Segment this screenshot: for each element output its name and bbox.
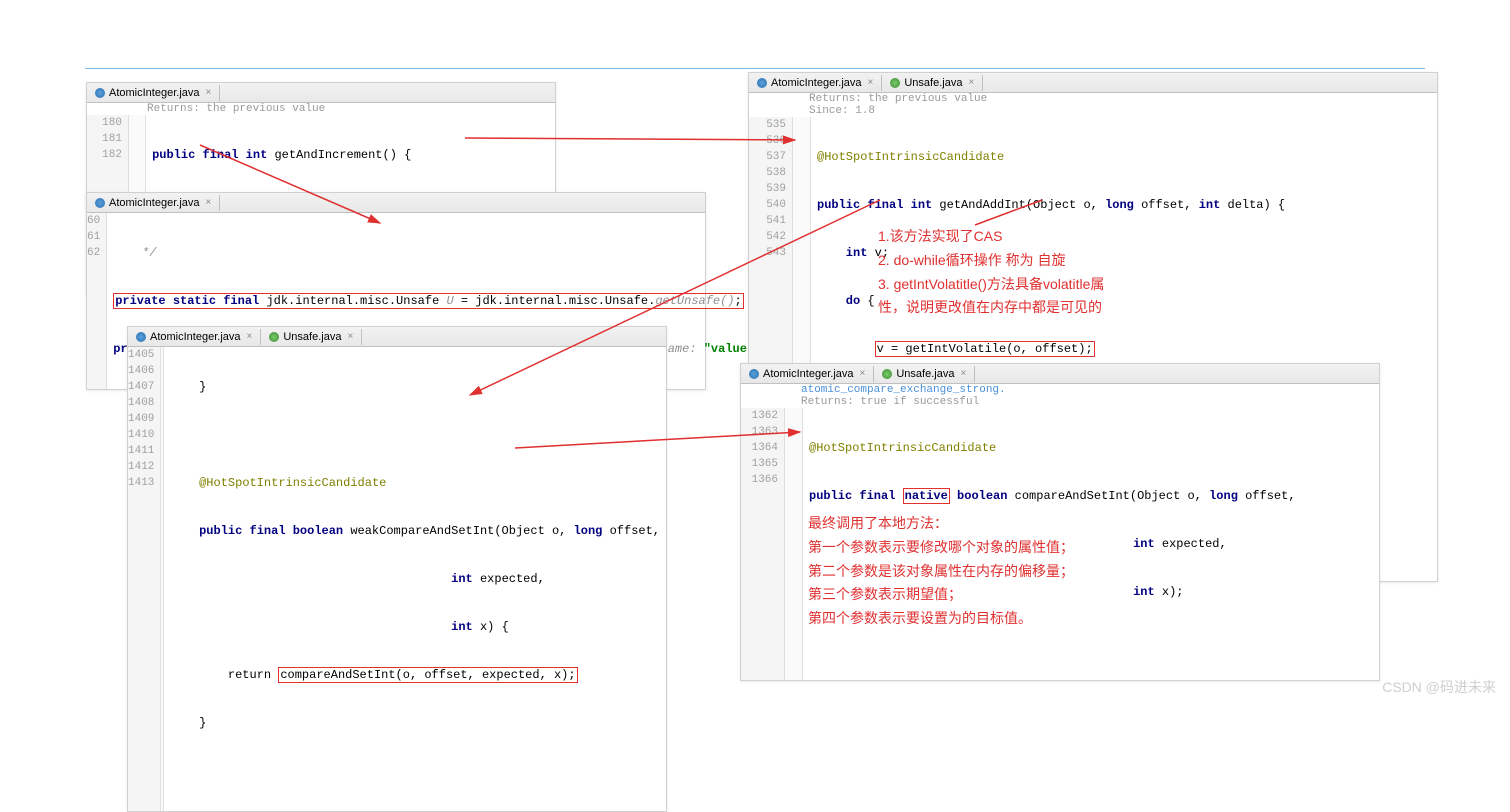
annot-line: 第一个参数表示要修改哪个对象的属性值； <box>808 536 1238 560</box>
close-icon[interactable]: × <box>206 197 212 208</box>
annot-line: 性，说明更改值在内存中都是可见的 <box>878 296 1258 320</box>
tab-bar: AtomicInteger.java × Unsafe.java × <box>128 327 666 347</box>
close-icon[interactable]: × <box>206 87 212 98</box>
javadoc-returns: Returns: true if successful <box>741 396 1379 408</box>
line-gutter: 60 61 62 <box>87 213 107 389</box>
annot-line: 最终调用了本地方法： <box>808 512 1238 536</box>
tab-label: AtomicInteger.java <box>109 197 200 209</box>
code-panel-4: AtomicInteger.java × Unsafe.java × 14051… <box>127 326 667 812</box>
tab-label: AtomicInteger.java <box>763 368 854 380</box>
tab-label: AtomicInteger.java <box>150 331 241 343</box>
annot-line: 第四个参数表示要设置为的目标值。 <box>808 607 1238 631</box>
top-divider <box>85 68 1425 69</box>
gutter-extra <box>785 408 803 680</box>
java-file-icon <box>882 369 892 379</box>
line-gutter: 140514061407140814091410141114121413 <box>128 347 161 811</box>
close-icon[interactable]: × <box>860 368 866 379</box>
tab-unsafe[interactable]: Unsafe.java × <box>261 329 362 345</box>
tab-unsafe[interactable]: Unsafe.java × <box>882 75 983 91</box>
annot-line: 第二个参数是该对象属性在内存的偏移量； <box>808 560 1238 584</box>
tab-label: AtomicInteger.java <box>771 77 862 89</box>
tab-atomicinteger[interactable]: AtomicInteger.java × <box>128 329 261 345</box>
java-file-icon <box>95 198 105 208</box>
annot-line: 第三个参数表示期望值； <box>808 583 1238 607</box>
close-icon[interactable]: × <box>347 331 353 342</box>
java-file-icon <box>890 78 900 88</box>
close-icon[interactable]: × <box>960 368 966 379</box>
tab-atomicinteger[interactable]: AtomicInteger.java × <box>749 75 882 91</box>
java-file-icon <box>269 332 279 342</box>
tab-bar: AtomicInteger.java × <box>87 83 555 103</box>
tab-atomicinteger[interactable]: AtomicInteger.java × <box>741 366 874 382</box>
tab-label: AtomicInteger.java <box>109 87 200 99</box>
line-gutter: 13621363136413651366 <box>741 408 785 680</box>
java-file-icon <box>95 88 105 98</box>
javadoc-since: Since: 1.8 <box>749 105 1437 117</box>
tab-label: Unsafe.java <box>904 77 962 89</box>
annot-line: 1.该方法实现了CAS <box>878 225 1258 249</box>
java-file-icon <box>757 78 767 88</box>
annotation-cas-notes: 1.该方法实现了CAS 2. do-while循环操作 称为 自旋 3. get… <box>878 225 1258 320</box>
javadoc-line: atomic_compare_exchange_strong. <box>741 384 1379 396</box>
code-lines[interactable]: } @HotSpotIntrinsicCandidate public fina… <box>164 347 666 811</box>
tab-label: Unsafe.java <box>283 331 341 343</box>
annot-line: 3. getIntVolatitle()方法具备volatitle属 <box>878 273 1258 297</box>
java-file-icon <box>749 369 759 379</box>
code-body: 140514061407140814091410141114121413 } @… <box>128 347 666 811</box>
tab-label: Unsafe.java <box>896 368 954 380</box>
tab-bar: AtomicInteger.java × <box>87 193 705 213</box>
close-icon[interactable]: × <box>247 331 253 342</box>
tab-atomicinteger[interactable]: AtomicInteger.java × <box>87 85 220 101</box>
tab-bar: AtomicInteger.java × Unsafe.java × <box>741 364 1379 384</box>
java-file-icon <box>136 332 146 342</box>
close-icon[interactable]: × <box>868 77 874 88</box>
watermark: CSDN @码进未来 <box>1382 677 1496 697</box>
annotation-native-params: 最终调用了本地方法： 第一个参数表示要修改哪个对象的属性值； 第二个参数是该对象… <box>808 512 1238 631</box>
tab-bar: AtomicInteger.java × Unsafe.java × <box>749 73 1437 93</box>
annot-line: 2. do-while循环操作 称为 自旋 <box>878 249 1258 273</box>
close-icon[interactable]: × <box>968 77 974 88</box>
tab-atomicinteger[interactable]: AtomicInteger.java × <box>87 195 220 211</box>
javadoc-header: Returns: the previous value <box>87 103 555 115</box>
tab-unsafe[interactable]: Unsafe.java × <box>874 366 975 382</box>
javadoc-header: Returns: the previous value <box>749 93 1437 105</box>
